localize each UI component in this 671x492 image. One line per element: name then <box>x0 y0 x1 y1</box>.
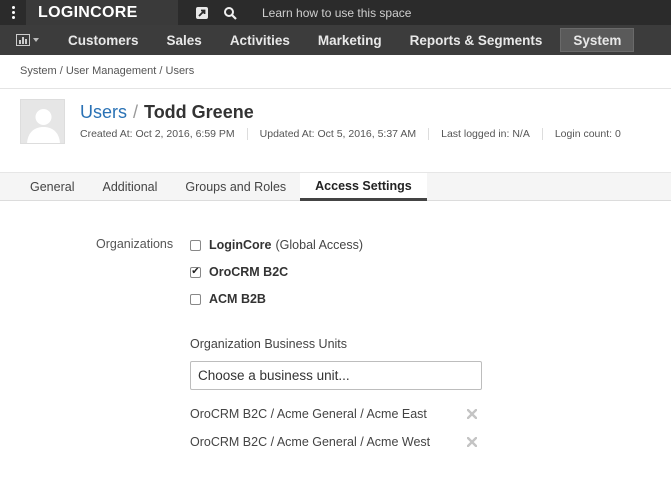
nav-customers[interactable]: Customers <box>54 25 153 55</box>
nav-marketing[interactable]: Marketing <box>304 25 396 55</box>
header-divider <box>0 88 671 89</box>
remove-x-icon[interactable] <box>466 436 478 448</box>
search-icon[interactable] <box>216 0 244 25</box>
users-link[interactable]: Users <box>80 102 127 122</box>
created-at: Created At: Oct 2, 2016, 6:59 PM <box>80 128 235 140</box>
dashboard-menu[interactable] <box>0 25 54 55</box>
search-hint[interactable]: Learn how to use this space <box>262 6 411 20</box>
selected-business-unit: OroCRM B2C / Acme General / Acme West <box>190 433 480 451</box>
tab-bar: General Additional Groups and Roles Acce… <box>0 172 671 201</box>
app-logo[interactable]: LOGINCORE <box>26 0 178 25</box>
remove-x-icon[interactable] <box>466 408 478 420</box>
updated-at: Updated At: Oct 5, 2016, 5:37 AM <box>246 128 428 140</box>
org-option-acm-b2b[interactable]: ACM B2B <box>190 292 266 306</box>
nav-reports-segments[interactable]: Reports & Segments <box>396 25 557 55</box>
org-checkbox-checked[interactable]: ✔ <box>190 266 201 278</box>
dashboard-icon <box>15 34 30 46</box>
last-logged-in: Last logged in: N/A <box>428 128 542 140</box>
business-units-label: Organization Business Units <box>190 337 348 351</box>
nav-sales[interactable]: Sales <box>153 25 216 55</box>
user-name: Todd Greene <box>144 102 254 122</box>
business-unit-path: OroCRM B2C / Acme General / Acme East <box>190 407 427 421</box>
selected-business-unit: OroCRM B2C / Acme General / Acme East <box>190 405 480 423</box>
nav-activities[interactable]: Activities <box>216 25 304 55</box>
pin-icon[interactable] <box>188 0 216 25</box>
org-name: LoginCore <box>209 238 272 252</box>
chevron-down-icon <box>32 38 39 42</box>
kebab-menu-icon[interactable] <box>0 0 26 25</box>
org-checkbox[interactable] <box>190 293 201 305</box>
top-bar: LOGINCORE Learn how to use this space <box>0 0 671 25</box>
nav-system[interactable]: System <box>560 28 635 52</box>
org-name: ACM B2B <box>209 292 266 306</box>
organizations-label: Organizations <box>96 237 174 251</box>
tab-groups-and-roles[interactable]: Groups and Roles <box>171 173 300 201</box>
page-title: Users / Todd Greene <box>80 102 254 123</box>
main-nav: Customers Sales Activities Marketing Rep… <box>0 25 671 55</box>
org-checkbox[interactable] <box>190 239 201 251</box>
breadcrumb: System / User Management / Users <box>20 65 195 77</box>
org-option-orocrm-b2c[interactable]: ✔ OroCRM B2C <box>190 265 288 279</box>
tab-access-settings[interactable]: Access Settings <box>300 173 427 201</box>
title-separator: / <box>133 102 139 122</box>
tab-general[interactable]: General <box>16 173 88 201</box>
tab-additional[interactable]: Additional <box>88 173 171 201</box>
avatar-placeholder-icon <box>20 99 65 144</box>
login-count: Login count: 0 <box>541 128 633 140</box>
org-option-logincore[interactable]: LoginCore (Global Access) <box>190 238 363 252</box>
business-unit-select[interactable] <box>190 361 482 390</box>
business-unit-path: OroCRM B2C / Acme General / Acme West <box>190 435 431 449</box>
user-meta: Created At: Oct 2, 2016, 6:59 PM Updated… <box>80 128 633 140</box>
org-suffix: (Global Access) <box>275 238 364 252</box>
org-name: OroCRM B2C <box>209 265 289 279</box>
